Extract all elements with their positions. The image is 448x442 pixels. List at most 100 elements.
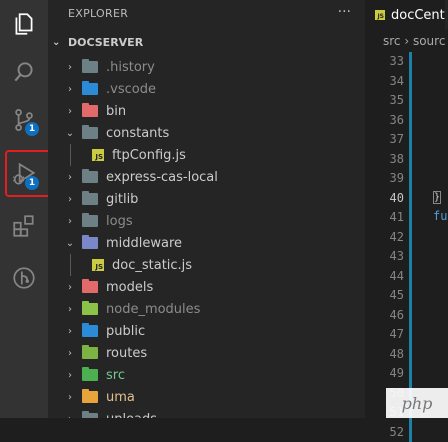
file-item[interactable]: JSftpConfig.js (48, 144, 365, 166)
code-line[interactable]: 42 (365, 228, 448, 248)
folder-icon (82, 193, 98, 205)
code-line[interactable]: 47 (365, 325, 448, 345)
chevron-right-icon: › (64, 304, 76, 315)
chevron-right-icon: › (64, 326, 76, 337)
code-line[interactable]: 33 (365, 52, 448, 72)
indent-guide (70, 144, 71, 166)
line-number: 43 (390, 249, 404, 263)
code-line[interactable]: 34 (365, 72, 448, 92)
folder-item[interactable]: ›uma (48, 386, 365, 408)
code-line[interactable]: 52 (365, 423, 448, 442)
code-line[interactable]: 35 (365, 91, 448, 111)
folder-icon (82, 105, 98, 117)
workspace-section-header[interactable]: ⌄ DOCSERVER (48, 28, 365, 56)
code-line[interactable]: 41fu (365, 208, 448, 228)
tree-item-label: constants (106, 126, 169, 141)
file-tree: ›.history›.vscode›bin⌄constantsJSftpConf… (48, 56, 365, 418)
tree-item-label: gitlib (106, 192, 138, 207)
chevron-right-icon: › (64, 172, 76, 183)
code-line[interactable]: 43 (365, 247, 448, 267)
gutter-change-marker (409, 130, 412, 150)
folder-item[interactable]: ›routes (48, 342, 365, 364)
gutter-change-marker (409, 111, 412, 131)
line-number: 46 (390, 308, 404, 322)
line-number: 34 (390, 74, 404, 88)
folder-item[interactable]: ›.history (48, 56, 365, 78)
folder-item[interactable]: ›models (48, 276, 365, 298)
chevron-right-icon: › (64, 414, 76, 419)
tree-item-label: uma (106, 390, 135, 405)
indent-guide (70, 254, 71, 276)
tree-item-label: src (106, 368, 125, 383)
folder-item[interactable]: ›.vscode (48, 78, 365, 100)
tree-item-label: bin (106, 104, 126, 119)
search-activity-button[interactable] (0, 48, 48, 96)
chevron-right-icon: › (64, 84, 76, 95)
code-line[interactable]: 48 (365, 345, 448, 365)
folder-item[interactable]: ⌄ constants (48, 122, 365, 144)
line-number: 39 (390, 171, 404, 185)
folder-item[interactable]: › express-cas-local (48, 166, 365, 188)
gutter-change-marker (409, 189, 412, 209)
source-control-activity-button[interactable]: 1 (0, 96, 48, 144)
folder-icon (82, 237, 98, 249)
workspace-name: DOCSERVER (68, 36, 143, 49)
breadcrumb[interactable]: src › sourc (365, 30, 448, 52)
code-line[interactable]: 40} (365, 189, 448, 209)
tree-item-label: express-cas-local (106, 170, 218, 185)
folder-item[interactable]: ›node_modules (48, 298, 365, 320)
code-line[interactable]: 36 (365, 111, 448, 131)
code-line[interactable]: 38 (365, 150, 448, 170)
code-line[interactable]: 37 (365, 130, 448, 150)
tree-item-label: logs (106, 214, 133, 229)
folder-item[interactable]: ⌄middleware (48, 232, 365, 254)
line-number: 36 (390, 113, 404, 127)
chevron-down-icon: ⌄ (64, 128, 76, 139)
gutter-change-marker (409, 306, 412, 326)
folder-item[interactable]: ›logs (48, 210, 365, 232)
line-number: 35 (390, 93, 404, 107)
folder-icon (82, 303, 98, 315)
code-line[interactable]: 39 (365, 169, 448, 189)
code-line[interactable]: 46 (365, 306, 448, 326)
code-line[interactable]: 45 (365, 286, 448, 306)
js-file-icon: JS (92, 259, 104, 271)
editor-area: JS docCent src › sourc 33 34 35 36 373839 40}… (365, 0, 448, 418)
explorer-activity-button[interactable] (0, 0, 48, 48)
code-line[interactable]: 49 (365, 364, 448, 384)
line-number: 47 (390, 327, 404, 341)
chevron-right-icon: › (64, 106, 76, 117)
folder-icon (82, 347, 98, 359)
git-graph-activity-button[interactable] (0, 254, 48, 302)
folder-item[interactable]: ›gitlib (48, 188, 365, 210)
folder-icon (82, 61, 98, 73)
js-file-icon: JS (92, 149, 104, 161)
watermark: php (386, 388, 448, 418)
chevron-down-icon: ⌄ (52, 37, 68, 48)
tab-doccenter[interactable]: JS docCent (365, 0, 445, 30)
folder-icon (82, 369, 98, 381)
line-number: 48 (390, 347, 404, 361)
line-number: 45 (390, 288, 404, 302)
folder-item[interactable]: ›public (48, 320, 365, 342)
folder-icon (82, 127, 98, 139)
editor-tabs: JS docCent (365, 0, 448, 30)
extensions-activity-button[interactable] (0, 202, 48, 250)
tree-item-label: routes (106, 346, 147, 361)
search-icon (11, 59, 37, 85)
gutter-change-marker (409, 208, 412, 228)
files-icon (11, 11, 37, 37)
gutter-change-marker (409, 150, 412, 170)
chevron-right-icon: › (64, 282, 76, 293)
tree-item-label: uploads (106, 412, 157, 419)
folder-item[interactable]: › bin (48, 100, 365, 122)
folder-item[interactable]: › uploads (48, 408, 365, 418)
code-line[interactable]: 44 (365, 267, 448, 287)
file-item[interactable]: JSdoc_static.js (48, 254, 365, 276)
tree-item-label: middleware (106, 236, 182, 251)
tab-label: docCent (391, 8, 445, 23)
code-text: fu (433, 209, 447, 223)
folder-item[interactable]: ›src (48, 364, 365, 386)
more-actions-button[interactable]: ··· (338, 4, 351, 20)
line-number: 40 (390, 191, 404, 205)
